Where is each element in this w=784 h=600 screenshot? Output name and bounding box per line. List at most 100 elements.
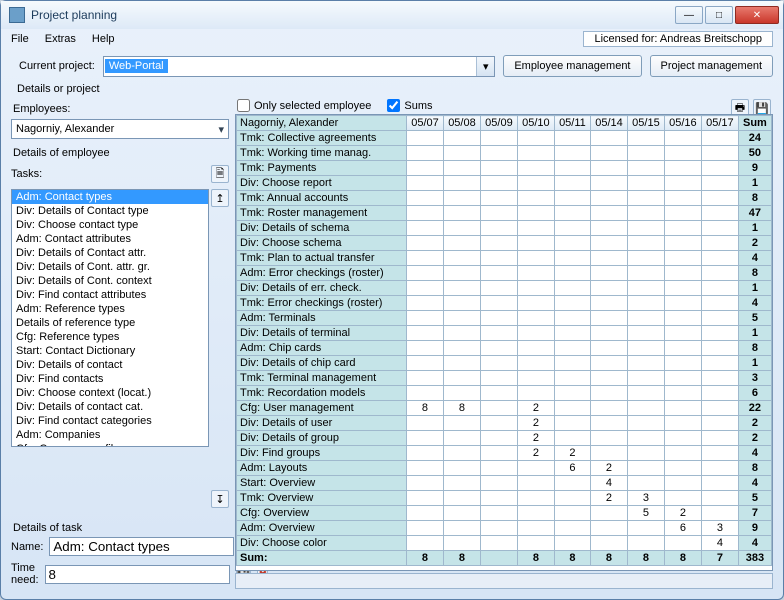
grid-cell[interactable] bbox=[701, 311, 738, 326]
list-item[interactable]: Cfg: Reference types bbox=[12, 330, 208, 344]
grid-cell[interactable] bbox=[590, 131, 627, 146]
grid-cell[interactable] bbox=[517, 386, 554, 401]
grid-cell[interactable] bbox=[443, 371, 480, 386]
sums-checkbox[interactable]: Sums bbox=[387, 99, 432, 112]
grid-cell[interactable] bbox=[627, 521, 664, 536]
grid-cell[interactable] bbox=[701, 236, 738, 251]
grid-cell[interactable]: 8 bbox=[407, 401, 444, 416]
grid-cell[interactable] bbox=[554, 536, 590, 551]
grid-cell[interactable] bbox=[701, 161, 738, 176]
grid-cell[interactable] bbox=[627, 461, 664, 476]
grid[interactable]: Nagorniy, Alexander05/0705/0805/0905/100… bbox=[235, 114, 773, 571]
grid-cell[interactable] bbox=[407, 221, 444, 236]
grid-cell[interactable] bbox=[590, 416, 627, 431]
grid-cell[interactable] bbox=[664, 191, 701, 206]
grid-cell[interactable] bbox=[664, 431, 701, 446]
employee-management-button[interactable]: Employee management bbox=[503, 55, 641, 77]
grid-cell[interactable] bbox=[517, 251, 554, 266]
grid-cell[interactable] bbox=[664, 146, 701, 161]
grid-cell[interactable] bbox=[701, 476, 738, 491]
list-item[interactable]: Div: Details of contact bbox=[12, 358, 208, 372]
grid-cell[interactable] bbox=[554, 371, 590, 386]
grid-cell[interactable] bbox=[407, 506, 444, 521]
grid-cell[interactable] bbox=[443, 461, 480, 476]
grid-cell[interactable] bbox=[480, 521, 517, 536]
grid-cell[interactable] bbox=[407, 236, 444, 251]
grid-cell[interactable] bbox=[664, 371, 701, 386]
grid-cell[interactable]: 5 bbox=[627, 506, 664, 521]
grid-cell[interactable] bbox=[701, 221, 738, 236]
grid-cell[interactable] bbox=[443, 521, 480, 536]
grid-cell[interactable] bbox=[407, 266, 444, 281]
grid-cell[interactable] bbox=[480, 536, 517, 551]
grid-cell[interactable] bbox=[701, 131, 738, 146]
grid-cell[interactable] bbox=[664, 161, 701, 176]
time-need-input[interactable] bbox=[45, 565, 230, 584]
grid-cell[interactable] bbox=[480, 461, 517, 476]
grid-cell[interactable] bbox=[701, 146, 738, 161]
grid-cell[interactable] bbox=[480, 371, 517, 386]
grid-cell[interactable] bbox=[701, 461, 738, 476]
grid-cell[interactable] bbox=[664, 326, 701, 341]
grid-cell[interactable] bbox=[443, 161, 480, 176]
grid-cell[interactable] bbox=[443, 146, 480, 161]
grid-cell[interactable] bbox=[443, 221, 480, 236]
grid-cell[interactable] bbox=[554, 431, 590, 446]
grid-cell[interactable] bbox=[664, 401, 701, 416]
grid-cell[interactable] bbox=[554, 386, 590, 401]
grid-cell[interactable] bbox=[590, 191, 627, 206]
grid-cell[interactable] bbox=[517, 176, 554, 191]
move-up-button[interactable]: ↥ bbox=[211, 189, 229, 207]
grid-cell[interactable] bbox=[701, 506, 738, 521]
grid-cell[interactable] bbox=[517, 206, 554, 221]
grid-cell[interactable] bbox=[480, 386, 517, 401]
grid-cell[interactable] bbox=[554, 311, 590, 326]
grid-cell[interactable] bbox=[517, 521, 554, 536]
grid-cell[interactable] bbox=[407, 206, 444, 221]
grid-cell[interactable] bbox=[664, 311, 701, 326]
grid-cell[interactable] bbox=[517, 461, 554, 476]
grid-cell[interactable] bbox=[480, 401, 517, 416]
tasks-listbox[interactable]: Adm: Contact typesDiv: Details of Contac… bbox=[11, 189, 209, 447]
grid-cell[interactable] bbox=[554, 266, 590, 281]
grid-cell[interactable] bbox=[627, 371, 664, 386]
grid-cell[interactable] bbox=[664, 206, 701, 221]
grid-cell[interactable] bbox=[590, 161, 627, 176]
grid-cell[interactable] bbox=[443, 536, 480, 551]
grid-cell[interactable] bbox=[627, 176, 664, 191]
grid-cell[interactable] bbox=[407, 371, 444, 386]
grid-cell[interactable] bbox=[407, 191, 444, 206]
grid-cell[interactable] bbox=[664, 416, 701, 431]
grid-cell[interactable]: 2 bbox=[517, 446, 554, 461]
grid-cell[interactable] bbox=[480, 281, 517, 296]
grid-cell[interactable] bbox=[517, 221, 554, 236]
grid-cell[interactable] bbox=[590, 401, 627, 416]
grid-cell[interactable] bbox=[517, 476, 554, 491]
grid-cell[interactable] bbox=[407, 476, 444, 491]
grid-cell[interactable] bbox=[701, 266, 738, 281]
grid-cell[interactable] bbox=[443, 356, 480, 371]
grid-cell[interactable] bbox=[701, 296, 738, 311]
grid-cell[interactable] bbox=[664, 476, 701, 491]
grid-cell[interactable] bbox=[443, 446, 480, 461]
grid-cell[interactable] bbox=[627, 536, 664, 551]
grid-cell[interactable] bbox=[407, 296, 444, 311]
grid-cell[interactable] bbox=[517, 161, 554, 176]
grid-cell[interactable] bbox=[627, 191, 664, 206]
grid-cell[interactable]: 2 bbox=[664, 506, 701, 521]
list-item[interactable]: Adm: Reference types bbox=[12, 302, 208, 316]
grid-cell[interactable] bbox=[517, 506, 554, 521]
grid-cell[interactable] bbox=[407, 416, 444, 431]
grid-cell[interactable] bbox=[517, 326, 554, 341]
grid-cell[interactable] bbox=[554, 206, 590, 221]
grid-cell[interactable] bbox=[480, 431, 517, 446]
grid-cell[interactable] bbox=[443, 296, 480, 311]
grid-cell[interactable] bbox=[701, 356, 738, 371]
grid-cell[interactable] bbox=[443, 431, 480, 446]
grid-cell[interactable] bbox=[554, 326, 590, 341]
grid-cell[interactable]: 3 bbox=[701, 521, 738, 536]
list-item[interactable]: Start: Contact Dictionary bbox=[12, 344, 208, 358]
grid-cell[interactable] bbox=[517, 266, 554, 281]
list-item[interactable]: Div: Find contacts bbox=[12, 372, 208, 386]
list-item[interactable]: Div: Details of contact cat. bbox=[12, 400, 208, 414]
